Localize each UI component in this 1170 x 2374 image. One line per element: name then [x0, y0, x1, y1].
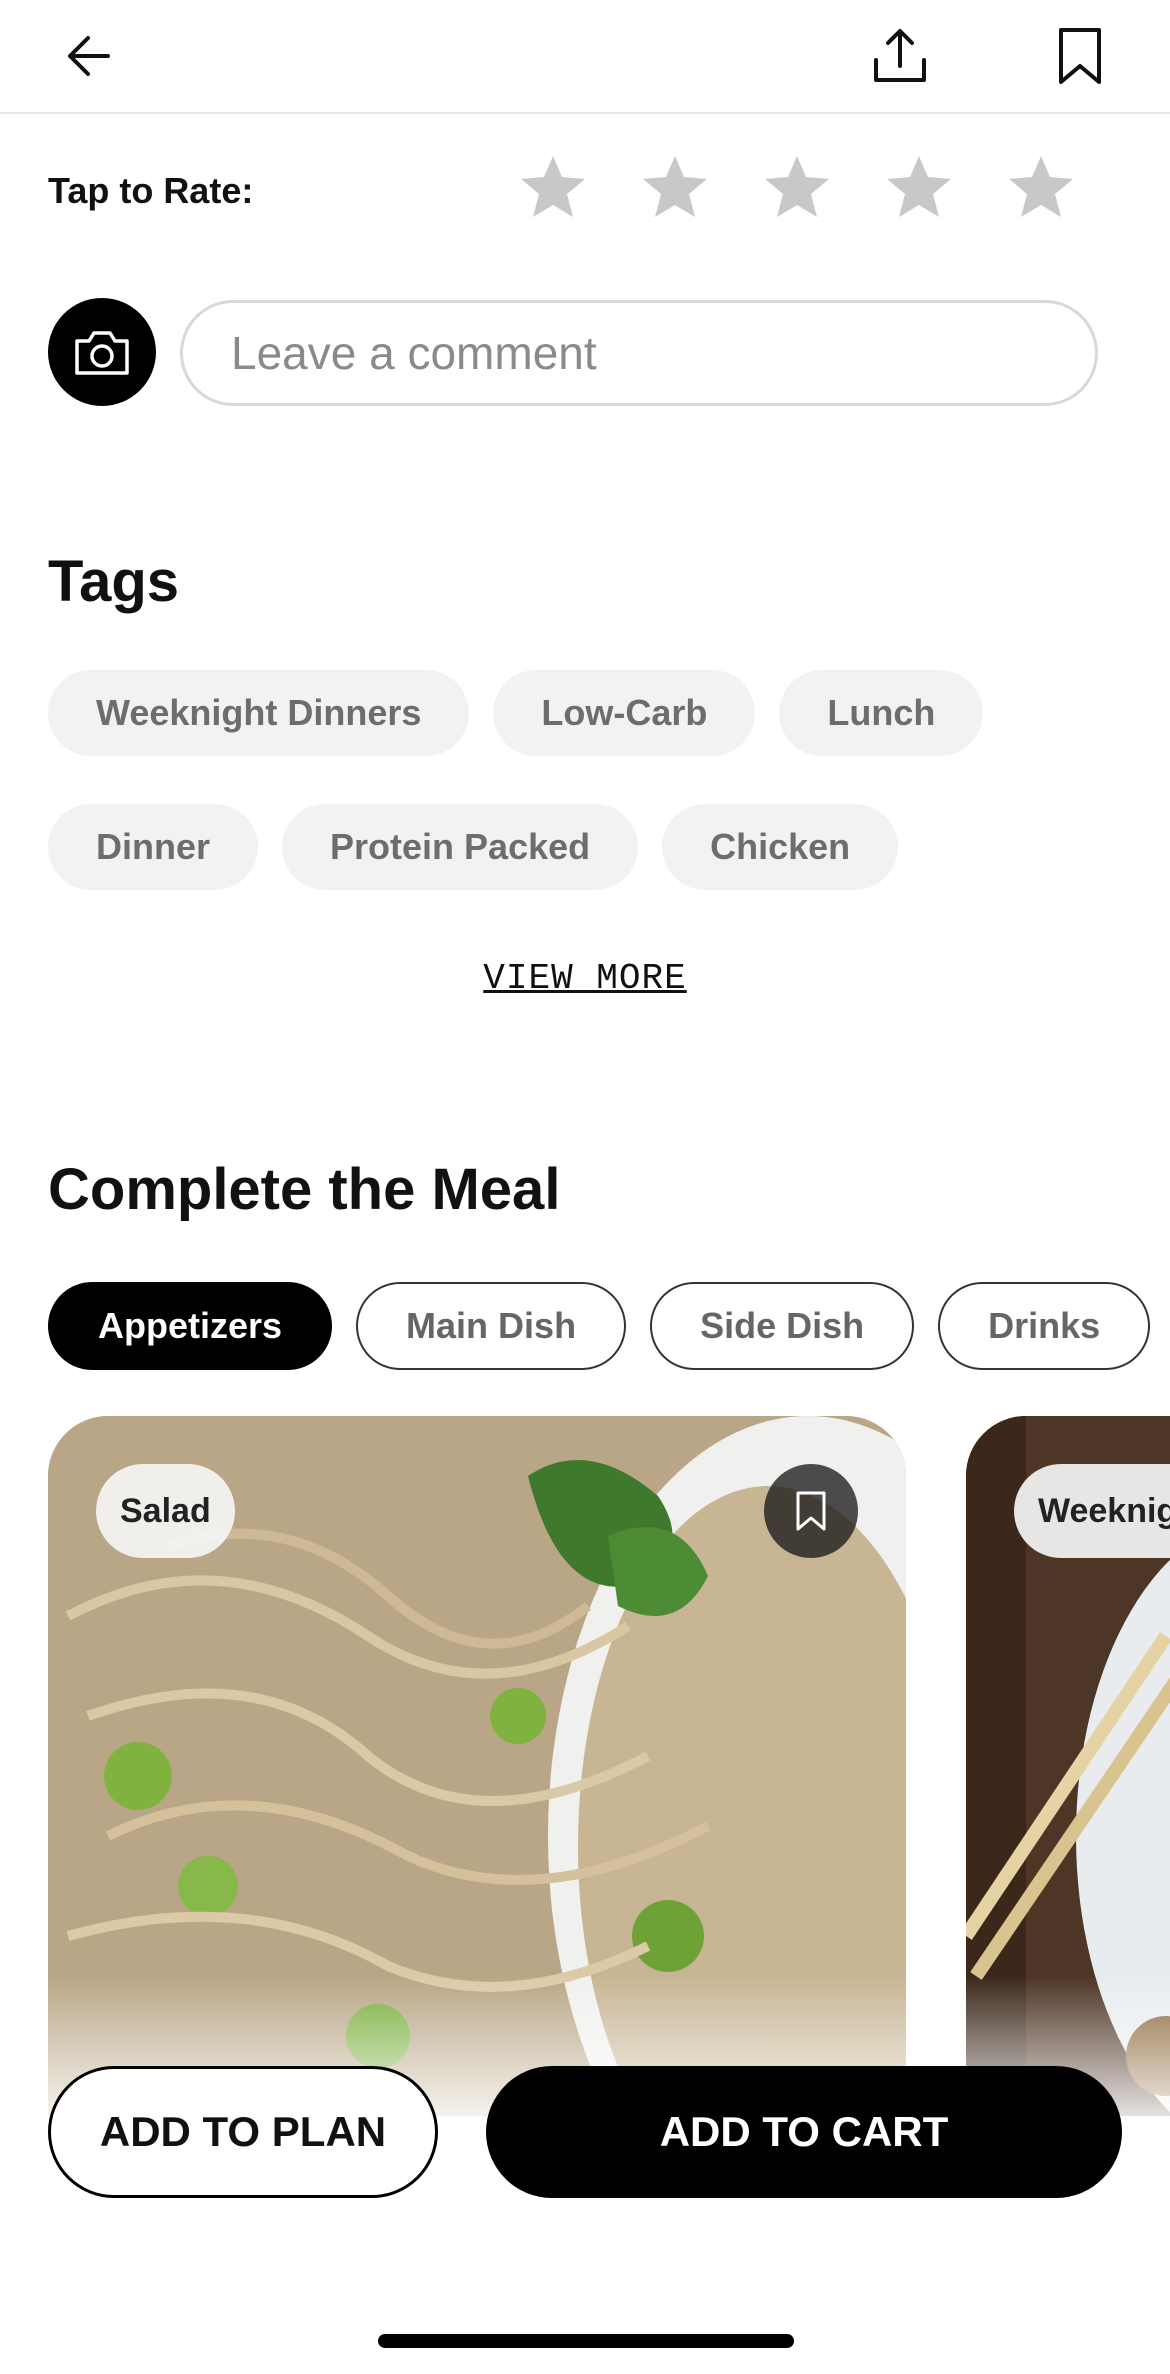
- tag-chip[interactable]: Chicken: [662, 804, 899, 890]
- camera-icon: [75, 331, 129, 375]
- back-button[interactable]: [48, 14, 132, 98]
- bookmark-icon: [796, 1491, 826, 1531]
- tag-chip[interactable]: Weeknight Dinners: [48, 670, 470, 756]
- star-icon[interactable]: [640, 152, 710, 222]
- share-button[interactable]: [858, 14, 942, 98]
- view-more-link[interactable]: VIEW MORE: [483, 958, 686, 999]
- tag-chip[interactable]: Low-Carb: [493, 670, 756, 756]
- tag-chip[interactable]: Dinner: [48, 804, 259, 890]
- recipe-card[interactable]: Weeknig: [966, 1416, 1170, 2116]
- rating-row: Tap to Rate:: [0, 140, 1170, 240]
- recipe-category-badge: Weeknig: [1014, 1464, 1170, 1558]
- filter-tab-appetizers[interactable]: Appetizers: [48, 1282, 333, 1370]
- filter-tab-side-dish[interactable]: Side Dish: [650, 1282, 915, 1370]
- add-to-cart-button[interactable]: ADD TO CART: [486, 2066, 1122, 2198]
- comment-row: [0, 298, 1170, 408]
- arrow-left-icon: [68, 36, 110, 76]
- tags-list: Weeknight Dinners Low-Carb Lunch Dinner …: [48, 670, 1128, 938]
- recipe-category-badge: Salad: [96, 1464, 235, 1558]
- home-indicator: [378, 2334, 794, 2348]
- view-more-container: VIEW MORE: [0, 958, 1170, 999]
- bookmark-icon: [1059, 28, 1101, 84]
- bottom-action-bar: ADD TO PLAN ADD TO CART: [0, 2066, 1170, 2200]
- tag-chip[interactable]: Protein Packed: [282, 804, 639, 890]
- star-icon[interactable]: [518, 152, 588, 222]
- comment-input[interactable]: [180, 300, 1098, 406]
- rating-label: Tap to Rate:: [48, 170, 254, 211]
- tag-row: Weeknight Dinners Low-Carb Lunch: [48, 670, 1128, 756]
- recipe-card-carousel: Salad Weeknig: [48, 1416, 1170, 2116]
- top-nav-bar: [0, 0, 1170, 114]
- tag-row: Dinner Protein Packed Chicken: [48, 804, 1128, 890]
- meal-filter-tabs: Appetizers Main Dish Side Dish Drinks: [48, 1282, 1170, 1370]
- star-icon[interactable]: [884, 152, 954, 222]
- add-to-plan-button[interactable]: ADD TO PLAN: [48, 2066, 438, 2198]
- tag-chip[interactable]: Lunch: [779, 670, 984, 756]
- star-rating: [518, 152, 1076, 222]
- card-save-button[interactable]: [764, 1464, 858, 1558]
- filter-tab-main-dish[interactable]: Main Dish: [356, 1282, 627, 1370]
- filter-tab-drinks[interactable]: Drinks: [938, 1282, 1151, 1370]
- complete-meal-heading: Complete the Meal: [48, 1157, 561, 1222]
- bookmark-button[interactable]: [1038, 14, 1122, 98]
- share-upload-icon: [874, 29, 926, 82]
- recipe-card[interactable]: Salad: [48, 1416, 906, 2116]
- star-icon[interactable]: [1006, 152, 1076, 222]
- camera-button[interactable]: [48, 298, 156, 406]
- star-icon[interactable]: [762, 152, 832, 222]
- tags-heading: Tags: [48, 549, 180, 614]
